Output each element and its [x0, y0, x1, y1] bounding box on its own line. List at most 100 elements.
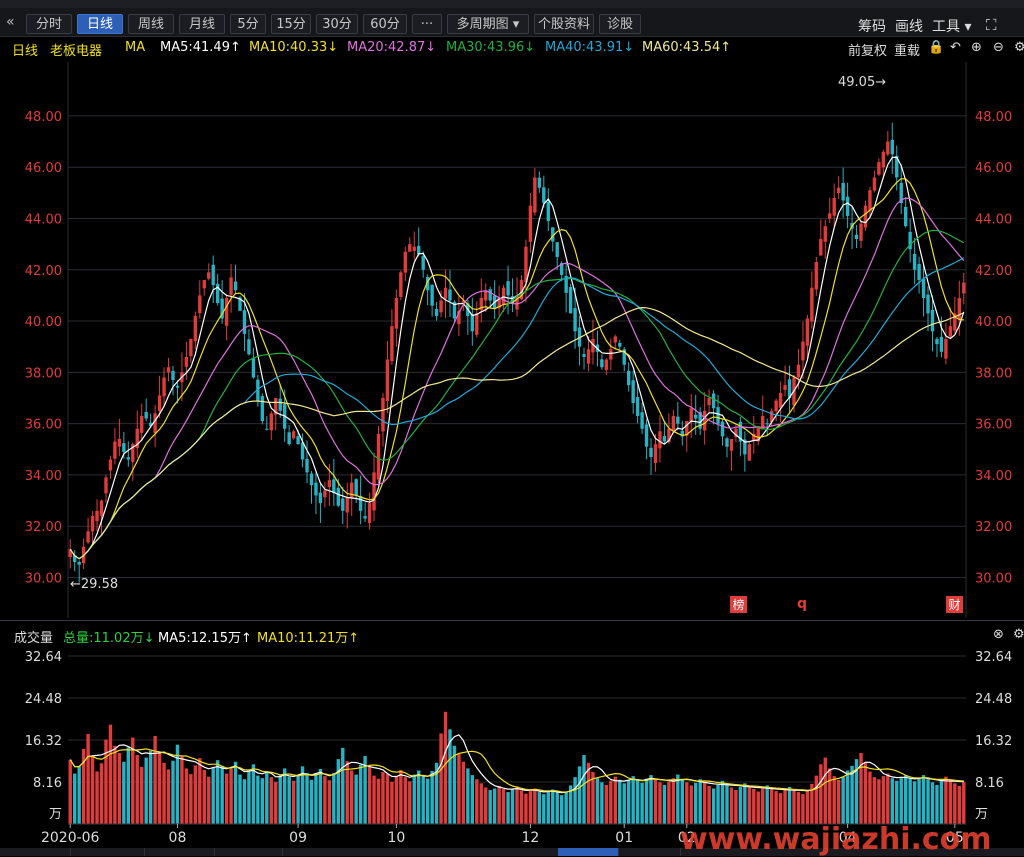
- candle-body: [926, 294, 930, 314]
- volume-bar: [166, 769, 171, 824]
- candle-body: [144, 411, 148, 419]
- volume-bar: [175, 744, 180, 824]
- volume-bar: [613, 776, 617, 824]
- volume-bar: [443, 711, 448, 824]
- candle-body: [408, 244, 412, 252]
- candle-body: [694, 414, 698, 419]
- volume-bar: [716, 784, 720, 824]
- candle-body: [95, 510, 99, 522]
- volume-bar: [577, 766, 582, 824]
- candle-body: [157, 395, 162, 412]
- volume-bar: [488, 790, 492, 824]
- volume-bar: [135, 755, 139, 824]
- candle-body: [305, 458, 309, 473]
- volume-bar: [269, 777, 273, 824]
- volume-bar: [242, 779, 247, 824]
- candle-body: [117, 439, 122, 447]
- volume-bar: [95, 771, 99, 824]
- candle-body: [439, 300, 443, 313]
- volume-bar: [680, 778, 685, 824]
- tab-ma[interactable]: [558, 848, 619, 856]
- volume-bar: [886, 773, 890, 824]
- volume-bar: [421, 776, 425, 824]
- candle-body: [881, 151, 886, 168]
- tab-boll[interactable]: [618, 848, 681, 856]
- y-tick-label: 48.00: [975, 110, 1012, 125]
- candle-body: [430, 284, 434, 306]
- volume-bar: [551, 789, 555, 824]
- volume-bar: [537, 792, 542, 824]
- candle-body: [631, 380, 635, 404]
- volume-bar: [595, 778, 600, 824]
- tab-kdj[interactable]: [214, 848, 283, 856]
- volume-bar: [323, 776, 327, 824]
- candle-body: [166, 367, 171, 373]
- volume-bar: [314, 773, 318, 824]
- volume-bar: [765, 785, 769, 824]
- candle-body: [345, 497, 349, 513]
- y-tick-label: 38.00: [25, 366, 62, 381]
- volume-bar: [801, 794, 805, 824]
- candle-body: [658, 431, 662, 449]
- candle-body: [810, 287, 814, 322]
- volume-bar: [542, 794, 546, 824]
- volume-bar: [912, 781, 917, 824]
- volume-bar: [376, 778, 381, 824]
- candle-body: [912, 253, 917, 270]
- volume-bar: [546, 791, 550, 824]
- candle-body: [314, 482, 318, 496]
- candle-body: [872, 177, 877, 191]
- candle-body: [823, 226, 827, 242]
- volume-bar: [756, 791, 760, 824]
- candle-body: [287, 432, 291, 445]
- candle-body: [399, 272, 403, 297]
- volume-bar: [702, 782, 707, 824]
- candle-body: [841, 182, 845, 201]
- candle-body: [917, 264, 921, 281]
- y-tick-label: 32.00: [975, 520, 1012, 535]
- volume-bar: [930, 782, 935, 824]
- volume-bar: [600, 782, 604, 824]
- ma10-line: [69, 178, 964, 560]
- y-tick-label: 44.00: [25, 212, 62, 227]
- volume-bar: [412, 774, 416, 824]
- volume-bar: [399, 769, 403, 824]
- tab-volume[interactable]: [0, 848, 71, 856]
- candle-body: [184, 356, 189, 367]
- tab-macd[interactable]: [144, 848, 215, 856]
- y-tick-label: 46.00: [25, 161, 62, 176]
- volume-bar: [890, 778, 894, 824]
- volume-bar: [707, 785, 711, 824]
- candle-body: [86, 531, 90, 543]
- volume-bar: [336, 759, 340, 824]
- volume-bar: [148, 750, 153, 824]
- candle-body: [868, 190, 872, 212]
- volume-bar: [872, 777, 877, 824]
- y-tick-label: 30.00: [975, 571, 1012, 586]
- volume-bar: [108, 724, 113, 824]
- event-badge-label: 财: [948, 598, 960, 612]
- candle-body: [609, 349, 613, 360]
- volume-bar: [573, 777, 577, 824]
- volume-bar: [792, 789, 796, 824]
- candle-body: [635, 397, 640, 416]
- volume-bar: [287, 776, 291, 824]
- tab-turnover[interactable]: [70, 848, 145, 856]
- kline-chart[interactable]: 30.00 30.00 32.00 32.00 34.00 34.00 36.00 36.00…: [0, 0, 1024, 856]
- candle-body: [265, 428, 269, 430]
- candle-body: [104, 477, 108, 494]
- volume-bar: [193, 765, 198, 824]
- y-tick-label: 34.00: [25, 469, 62, 484]
- candle-body: [890, 139, 894, 155]
- volume-bar: [720, 780, 725, 824]
- candle-body: [318, 492, 323, 504]
- volume-tick-label: 24.48: [25, 692, 62, 707]
- candle-body: [568, 287, 573, 314]
- x-tick-label: 01: [615, 830, 633, 846]
- candle-body: [269, 413, 273, 431]
- volume-bar: [202, 769, 206, 824]
- volume-bar: [747, 786, 752, 824]
- volume-bar: [408, 781, 412, 824]
- volume-bar: [738, 786, 743, 824]
- volume-unit-label: 万: [975, 807, 988, 822]
